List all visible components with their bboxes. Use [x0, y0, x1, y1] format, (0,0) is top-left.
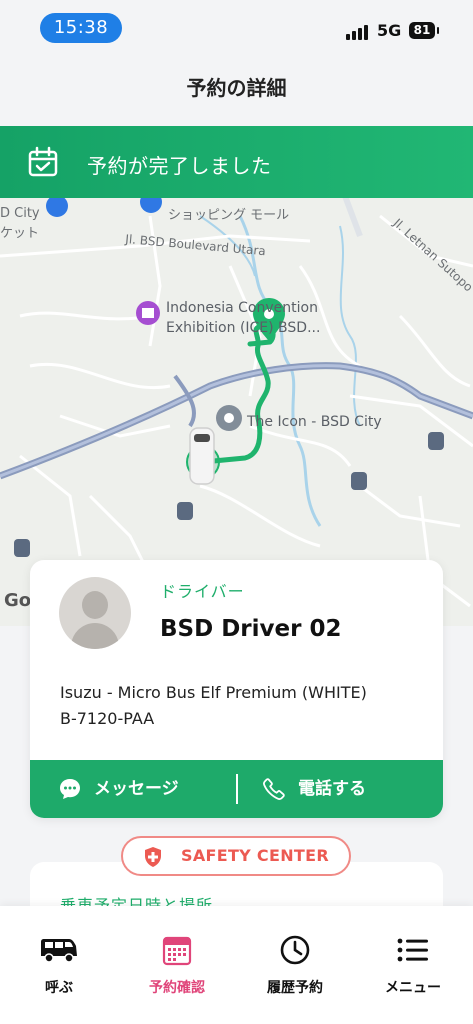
map-label-ice-1: Indonesia Convention — [166, 300, 318, 316]
status-bar: 15:38 5G 81 — [0, 0, 473, 56]
tab-history-label: 履歴予約 — [267, 980, 323, 996]
signal-icon — [346, 24, 372, 40]
tab-booking-check[interactable]: 予約確認 — [118, 906, 236, 1024]
vehicle-model: Isuzu - Micro Bus Elf Premium (WHITE) — [60, 683, 367, 702]
actions-divider — [236, 774, 238, 804]
calendar-icon — [162, 936, 192, 966]
app-screen: 15:38 5G 81 予約の詳細 D City ケット ショッピング モール … — [0, 0, 473, 1024]
vehicle-info: Isuzu - Micro Bus Elf Premium (WHITE) B-… — [60, 680, 367, 732]
banner-text: 予約が完了しました — [87, 154, 272, 178]
tab-menu[interactable]: メニュー — [354, 906, 472, 1024]
call-label: 電話する — [298, 779, 366, 799]
shield-icon — [145, 847, 161, 867]
tab-call[interactable]: 呼ぶ — [0, 906, 118, 1024]
safety-center-button[interactable]: SAFETY CENTER — [121, 836, 351, 876]
map-label-bsd-city: D City — [0, 206, 40, 221]
calendar-check-icon — [28, 146, 58, 177]
tab-booking-check-label: 予約確認 — [149, 980, 205, 996]
page-title: 予約の詳細 — [186, 76, 287, 100]
clock-icon — [280, 935, 310, 965]
driver-name: BSD Driver 02 — [160, 616, 342, 642]
map-label-ice-2: Exhibition (ICE) BSD... — [166, 320, 321, 336]
network-type: 5G — [377, 21, 402, 40]
booking-complete-banner: 予約が完了しました — [0, 126, 473, 198]
google-logo: Go — [4, 590, 32, 611]
map-label-shopping: ショッピング モール — [168, 208, 290, 223]
map-label-market: ケット — [0, 226, 40, 241]
driver-card: ドライバー BSD Driver 02 Isuzu - Micro Bus El… — [30, 560, 443, 818]
driver-avatar — [59, 577, 131, 649]
bus-icon — [41, 939, 77, 963]
battery-icon: 81 — [409, 22, 439, 39]
chat-bubble-icon — [60, 779, 80, 799]
tab-call-label: 呼ぶ — [45, 980, 73, 996]
message-button[interactable]: メッセージ — [58, 760, 179, 818]
phone-icon — [263, 778, 285, 800]
message-label: メッセージ — [94, 779, 179, 799]
list-menu-icon — [397, 938, 428, 962]
bottom-tab-bar: 呼ぶ 予約確認 履歴予約 メニュー — [0, 906, 473, 1024]
vehicle-plate: B-7120-PAA — [60, 709, 155, 728]
driver-actions: メッセージ 電話する — [30, 760, 443, 818]
status-time: 15:38 — [40, 13, 122, 43]
tab-menu-label: メニュー — [385, 980, 441, 996]
tab-history[interactable]: 履歴予約 — [236, 906, 354, 1024]
map-label-the-icon: The Icon - BSD City — [247, 414, 382, 430]
driver-role-label: ドライバー — [160, 582, 245, 601]
safety-center-label: SAFETY CENTER — [181, 846, 329, 865]
call-button[interactable]: 電話する — [262, 760, 366, 818]
